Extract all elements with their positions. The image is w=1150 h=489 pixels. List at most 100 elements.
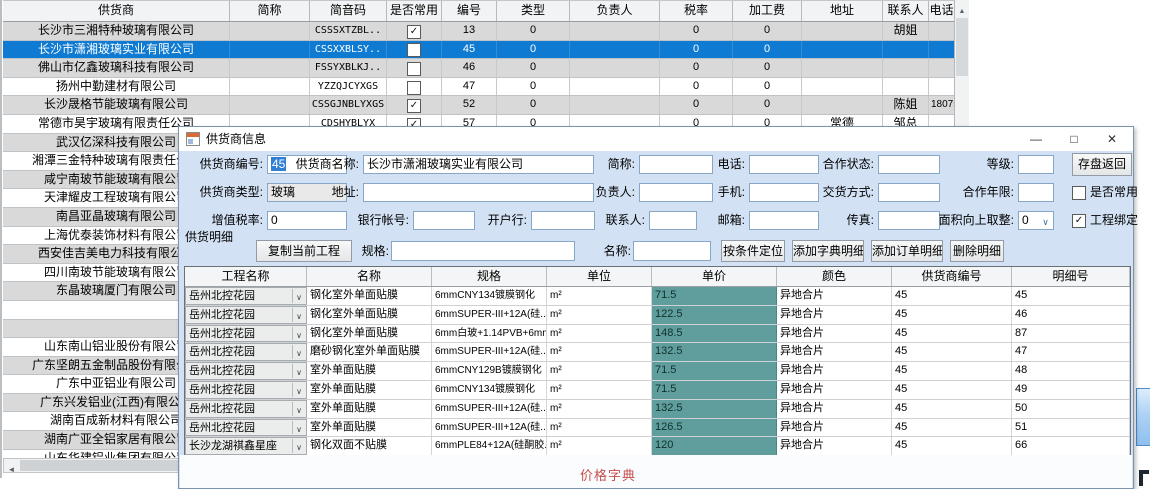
spec-filter-input[interactable] (391, 241, 575, 261)
locate-by-condition-button[interactable]: 按条件定位 (721, 240, 785, 262)
cell-detail-no[interactable]: 49 (1012, 381, 1130, 399)
area-round-combo[interactable]: 0 (1018, 211, 1054, 230)
cell-detail-no[interactable]: 46 (1012, 306, 1130, 324)
cell-leader[interactable] (570, 22, 660, 40)
cell-supplier-no[interactable]: 45 (892, 287, 1012, 305)
col-header-tax[interactable]: 税率 (660, 1, 733, 21)
supplier-name-input[interactable]: 长沙市潇湘玻璃实业有限公司 (363, 155, 594, 174)
common-checkbox[interactable] (407, 81, 421, 95)
cell-common[interactable] (387, 59, 442, 77)
cell-no[interactable]: 47 (442, 78, 497, 96)
cell-tax[interactable]: 0 (660, 41, 733, 59)
cell-supplier-name[interactable]: 佛山市亿鑫玻璃科技有限公司 (3, 59, 230, 77)
cell-type[interactable]: 0 (497, 22, 570, 40)
cell-color[interactable]: 异地合片 (777, 437, 892, 455)
save-return-button[interactable]: 存盘返回 (1072, 153, 1132, 176)
cell-phone[interactable] (929, 59, 955, 77)
cell-supplier-no[interactable]: 45 (892, 400, 1012, 418)
grade-input[interactable] (1018, 155, 1054, 174)
coop-status-input[interactable] (878, 155, 940, 174)
cell-detail-no[interactable]: 87 (1012, 325, 1130, 343)
cell-color[interactable]: 异地合片 (777, 306, 892, 324)
cell-spec[interactable]: 6mmCNY134镀膜钢化 (432, 287, 547, 305)
cell-no[interactable]: 46 (442, 59, 497, 77)
supplier-row[interactable]: 长沙市潇湘玻璃实业有限公司 CSSXXBLSY.. 45 0 0 0 (3, 41, 969, 60)
detail-row[interactable]: 岳州北控花园 钢化室外单面贴膜 6mm白玻+1.14PVB+6mm... m² … (185, 325, 1130, 344)
cell-no[interactable]: 45 (442, 41, 497, 59)
delete-detail-button[interactable]: 删除明细 (950, 240, 1004, 262)
cell-contact[interactable]: 胡姐 (883, 22, 929, 40)
cell-address[interactable] (802, 78, 883, 96)
cell-phone[interactable] (929, 78, 955, 96)
cell-price[interactable]: 126.5 (652, 419, 777, 437)
cell-contact[interactable] (883, 41, 929, 59)
cell-unit[interactable]: m² (547, 381, 652, 399)
cell-common[interactable] (387, 22, 442, 40)
common-checkbox[interactable] (407, 99, 421, 113)
clipped-blue-button[interactable] (1136, 388, 1150, 446)
cell-detail-no[interactable]: 51 (1012, 419, 1130, 437)
cell-no[interactable]: 52 (442, 96, 497, 114)
horizontal-scroll-thumb[interactable] (20, 460, 178, 471)
cell-project-combo[interactable]: 岳州北控花园 (185, 381, 307, 399)
cell-tax[interactable]: 0 (660, 78, 733, 96)
cell-tax[interactable]: 0 (660, 59, 733, 77)
detail-row[interactable]: 岳州北控花园 室外单面贴膜 6mmCNY134镀膜钢化 m² 71.5 异地合片… (185, 381, 1130, 400)
scroll-up-icon[interactable] (955, 0, 969, 16)
col-header-detail-no[interactable]: 明细号 (1012, 267, 1130, 286)
cell-color[interactable]: 异地合片 (777, 325, 892, 343)
dropdown-arrow-icon[interactable] (292, 439, 305, 453)
cell-price[interactable]: 71.5 (652, 362, 777, 380)
cell-unit[interactable]: m² (547, 325, 652, 343)
cell-spec[interactable]: 6mmSUPER-III+12A(硅... (432, 306, 547, 324)
common-use-checkbox-row[interactable]: 是否常用 (1072, 185, 1138, 201)
cell-contact[interactable] (883, 78, 929, 96)
contact-input[interactable] (649, 211, 697, 230)
detail-row[interactable]: 岳州北控花园 室外单面贴膜 6mmSUPER-III+12A(硅... m² 1… (185, 400, 1130, 419)
cell-supplier-name[interactable]: 长沙晟格节能玻璃有限公司 (3, 96, 230, 114)
bank-account-input[interactable] (413, 211, 475, 230)
cell-detail-no[interactable]: 45 (1012, 287, 1130, 305)
cell-name[interactable]: 室外单面贴膜 (307, 400, 432, 418)
cell-leader[interactable] (570, 96, 660, 114)
detail-row[interactable]: 岳州北控花园 钢化室外单面贴膜 6mmSUPER-III+12A(硅... m²… (185, 306, 1130, 325)
col-header-type[interactable]: 类型 (497, 1, 570, 21)
col-header-supplier-no[interactable]: 供货商编号 (892, 267, 1012, 286)
cell-project-combo[interactable]: 岳州北控花园 (185, 419, 307, 437)
cell-project-combo[interactable]: 岳州北控花园 (185, 306, 307, 324)
cell-fee[interactable]: 0 (733, 41, 802, 59)
cell-name[interactable]: 钢化室外单面贴膜 (307, 325, 432, 343)
col-header-project[interactable]: 工程名称 (185, 267, 307, 286)
col-header-address[interactable]: 地址 (802, 1, 883, 21)
common-checkbox[interactable] (407, 62, 421, 76)
cell-fee[interactable]: 0 (733, 22, 802, 40)
bank-input[interactable] (531, 211, 595, 230)
cell-price[interactable]: 132.5 (652, 400, 777, 418)
detail-row[interactable]: 岳州北控花园 室外单面贴膜 6mmSUPER-III+12A(硅... m² 1… (185, 419, 1130, 438)
cell-supplier-no[interactable]: 45 (892, 325, 1012, 343)
col-header-price[interactable]: 单价 (652, 267, 777, 286)
cell-project-combo[interactable]: 岳州北控花园 (185, 400, 307, 418)
cell-unit[interactable]: m² (547, 437, 652, 455)
cell-phone[interactable] (929, 22, 955, 40)
cell-abbr[interactable] (230, 22, 310, 40)
cell-contact[interactable]: 陈姐 (883, 96, 929, 114)
chevron-down-icon[interactable] (1039, 213, 1052, 228)
dropdown-arrow-icon[interactable] (292, 402, 305, 416)
col-header-supplier[interactable]: 供货商 (3, 1, 230, 21)
cell-supplier-no[interactable]: 45 (892, 306, 1012, 324)
cell-name[interactable]: 钢化室外单面贴膜 (307, 287, 432, 305)
supplier-row[interactable]: 长沙市三湘特种玻璃有限公司 CSSSXTZBL.. 13 0 0 0 胡姐 (3, 22, 969, 41)
vertical-scroll-thumb[interactable] (956, 18, 968, 76)
cell-name[interactable]: 室外单面贴膜 (307, 362, 432, 380)
cell-abbr[interactable] (230, 78, 310, 96)
cell-color[interactable]: 异地合片 (777, 381, 892, 399)
cell-price[interactable]: 148.5 (652, 325, 777, 343)
detail-row[interactable]: 岳州北控花园 钢化室外单面贴膜 6mmCNY134镀膜钢化 m² 71.5 异地… (185, 287, 1130, 306)
detail-row[interactable]: 岳州北控花园 磨砂钢化室外单面贴膜 6mmSUPER-III+12A(硅... … (185, 343, 1130, 362)
coop-years-input[interactable] (1018, 183, 1054, 202)
dropdown-arrow-icon[interactable] (292, 421, 305, 435)
cell-unit[interactable]: m² (547, 400, 652, 418)
cell-unit[interactable]: m² (547, 362, 652, 380)
cell-unit[interactable]: m² (547, 343, 652, 361)
